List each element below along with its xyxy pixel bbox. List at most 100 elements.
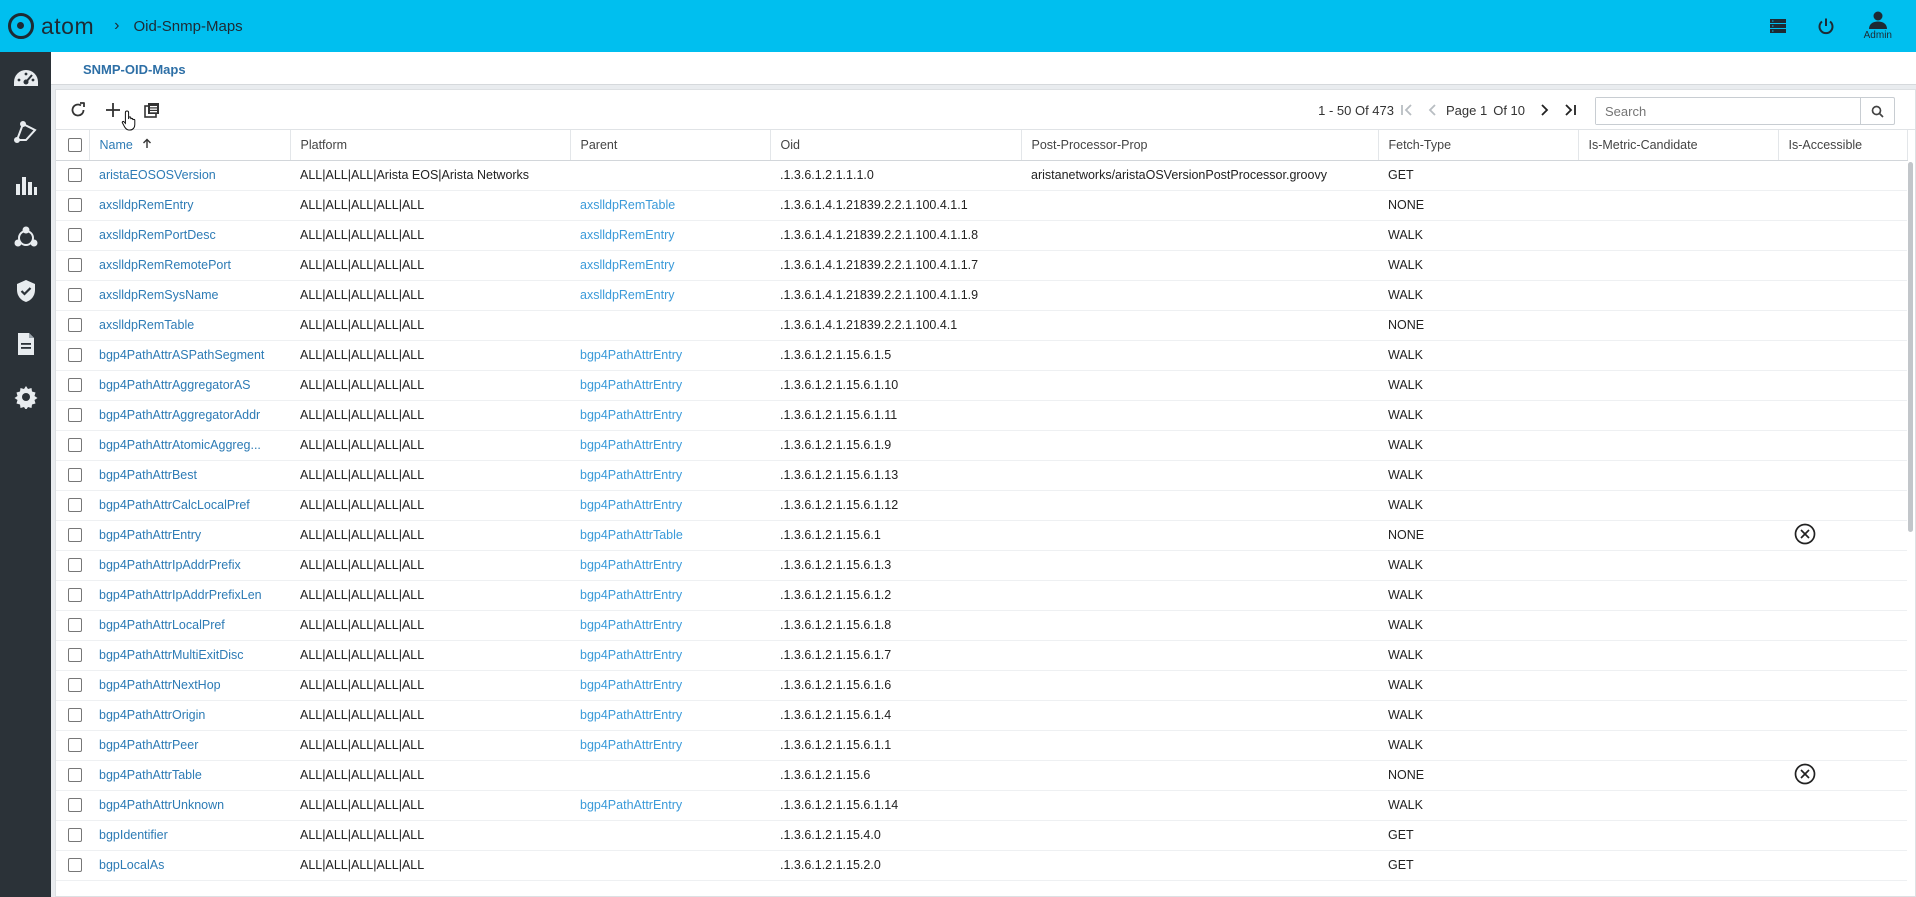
table-row[interactable]: axslldpRemPortDesc ALL|ALL|ALL|ALL|ALL axs… xyxy=(56,220,1907,251)
power-icon[interactable] xyxy=(1816,16,1836,36)
network-icon[interactable] xyxy=(13,225,39,250)
cell-name[interactable]: bgp4PathAttrCalcLocalPref xyxy=(89,490,290,521)
analytics-icon[interactable] xyxy=(13,172,39,197)
table-row[interactable]: bgp4PathAttrOrigin ALL|ALL|ALL|ALL|ALL bgp… xyxy=(56,700,1907,731)
column-header-platform[interactable]: Platform xyxy=(290,130,571,161)
row-checkbox[interactable] xyxy=(56,850,89,881)
row-checkbox[interactable] xyxy=(56,550,89,581)
row-checkbox[interactable] xyxy=(56,460,89,491)
table-row[interactable]: aristaEOSOSVersion ALL|ALL|ALL|Arista EOS… xyxy=(56,160,1907,191)
cell-name[interactable]: bgp4PathAttrEntry xyxy=(89,520,290,551)
row-checkbox[interactable] xyxy=(56,340,89,371)
row-checkbox[interactable] xyxy=(56,400,89,431)
cell-name[interactable]: bgpIdentifier xyxy=(89,820,290,851)
cell-parent[interactable]: axslldpRemTable xyxy=(570,190,770,221)
cell-name[interactable]: bgp4PathAttrMultiExitDisc xyxy=(89,640,290,671)
cell-parent[interactable]: axslldpRemEntry xyxy=(570,220,770,251)
server-list-icon[interactable] xyxy=(1768,16,1788,36)
table-row[interactable]: bgp4PathAttrIpAddrPrefix ALL|ALL|ALL|ALL|… xyxy=(56,550,1907,581)
table-row[interactable]: bgp4PathAttrPeer ALL|ALL|ALL|ALL|ALL bgp4P… xyxy=(56,730,1907,761)
first-page-icon[interactable] xyxy=(1398,101,1416,119)
row-checkbox[interactable] xyxy=(56,280,89,311)
search-input[interactable] xyxy=(1596,98,1860,124)
cell-name[interactable]: axslldpRemSysName xyxy=(89,280,290,311)
user-menu[interactable]: Admin xyxy=(1864,11,1892,41)
cell-name[interactable]: bgpLocalAs xyxy=(89,850,290,881)
row-checkbox[interactable] xyxy=(56,790,89,821)
row-checkbox[interactable] xyxy=(56,580,89,611)
cell-name[interactable]: bgp4PathAttrAggregatorAS xyxy=(89,370,290,401)
table-row[interactable]: axslldpRemTable ALL|ALL|ALL|ALL|ALL .1.3.6… xyxy=(56,310,1907,341)
cell-parent[interactable] xyxy=(570,310,770,341)
table-row[interactable]: bgp4PathAttrAggregatorAS ALL|ALL|ALL|ALL|… xyxy=(56,370,1907,401)
cell-name[interactable]: axslldpRemPortDesc xyxy=(89,220,290,251)
cell-name[interactable]: axslldpRemRemotePort xyxy=(89,250,290,281)
cell-name[interactable]: bgp4PathAttrLocalPref xyxy=(89,610,290,641)
cell-name[interactable]: bgp4PathAttrUnknown xyxy=(89,790,290,821)
cell-parent[interactable]: bgp4PathAttrEntry xyxy=(570,550,770,581)
table-row[interactable]: bgp4PathAttrAggregatorAddr ALL|ALL|ALL|AL… xyxy=(56,400,1907,431)
row-checkbox[interactable] xyxy=(56,490,89,521)
search-button[interactable] xyxy=(1860,98,1894,124)
table-row[interactable]: bgp4PathAttrIpAddrPrefixLen ALL|ALL|ALL|A… xyxy=(56,580,1907,611)
table-row[interactable]: axslldpRemRemotePort ALL|ALL|ALL|ALL|ALL a… xyxy=(56,250,1907,281)
cell-parent[interactable]: bgp4PathAttrEntry xyxy=(570,670,770,701)
table-row[interactable]: bgp4PathAttrUnknown ALL|ALL|ALL|ALL|ALL bg… xyxy=(56,790,1907,821)
atom-logo[interactable]: atom xyxy=(8,13,94,40)
page-title[interactable]: SNMP-OID-Maps xyxy=(83,62,186,77)
table-row[interactable]: bgp4PathAttrEntry ALL|ALL|ALL|ALL|ALL bgp4… xyxy=(56,520,1907,551)
cell-parent[interactable]: bgp4PathAttrEntry xyxy=(570,580,770,611)
column-header-fetch-type[interactable]: Fetch-Type xyxy=(1378,130,1579,161)
cell-parent[interactable] xyxy=(570,820,770,851)
cell-parent[interactable]: bgp4PathAttrTable xyxy=(570,520,770,551)
cell-parent[interactable]: bgp4PathAttrEntry xyxy=(570,340,770,371)
column-header-oid[interactable]: Oid xyxy=(770,130,1022,161)
cell-name[interactable]: bgp4PathAttrIpAddrPrefixLen xyxy=(89,580,290,611)
cell-name[interactable]: bgp4PathAttrPeer xyxy=(89,730,290,761)
column-header-post-processor[interactable]: Post-Processor-Prop xyxy=(1021,130,1379,161)
row-checkbox[interactable] xyxy=(56,670,89,701)
table-row[interactable]: bgp4PathAttrNextHop ALL|ALL|ALL|ALL|ALL bg… xyxy=(56,670,1907,701)
cell-parent[interactable] xyxy=(570,160,770,191)
row-checkbox[interactable] xyxy=(56,190,89,221)
cell-parent[interactable]: bgp4PathAttrEntry xyxy=(570,460,770,491)
cell-parent[interactable]: axslldpRemEntry xyxy=(570,250,770,281)
table-row[interactable]: bgpIdentifier ALL|ALL|ALL|ALL|ALL .1.3.6.1… xyxy=(56,820,1907,851)
row-checkbox[interactable] xyxy=(56,250,89,281)
cell-name[interactable]: bgp4PathAttrTable xyxy=(89,760,290,791)
table-row[interactable]: bgp4PathAttrASPathSegment ALL|ALL|ALL|ALL… xyxy=(56,340,1907,371)
cell-parent[interactable]: bgp4PathAttrEntry xyxy=(570,490,770,521)
row-checkbox[interactable] xyxy=(56,220,89,251)
row-checkbox[interactable] xyxy=(56,820,89,851)
row-checkbox[interactable] xyxy=(56,520,89,551)
cell-parent[interactable]: bgp4PathAttrEntry xyxy=(570,640,770,671)
security-icon[interactable] xyxy=(13,278,39,303)
select-all-checkbox[interactable] xyxy=(56,130,90,161)
table-row[interactable]: axslldpRemEntry ALL|ALL|ALL|ALL|ALL axslld… xyxy=(56,190,1907,221)
dashboard-icon[interactable] xyxy=(13,66,39,91)
column-header-parent[interactable]: Parent xyxy=(570,130,771,161)
cell-parent[interactable] xyxy=(570,850,770,881)
row-checkbox[interactable] xyxy=(56,700,89,731)
row-checkbox[interactable] xyxy=(56,730,89,761)
prev-page-icon[interactable] xyxy=(1424,101,1442,119)
table-row[interactable]: bgp4PathAttrLocalPref ALL|ALL|ALL|ALL|ALL… xyxy=(56,610,1907,641)
table-row[interactable]: bgp4PathAttrTable ALL|ALL|ALL|ALL|ALL .1.3… xyxy=(56,760,1907,791)
column-header-metric-candidate[interactable]: Is-Metric-Candidate xyxy=(1578,130,1779,161)
settings-icon[interactable] xyxy=(13,384,39,409)
bulk-edit-button[interactable] xyxy=(141,99,163,121)
cell-name[interactable]: bgp4PathAttrAtomicAggreg... xyxy=(89,430,290,461)
vertical-scrollbar[interactable] xyxy=(1908,162,1913,532)
cell-name[interactable]: aristaEOSOSVersion xyxy=(89,160,290,191)
cell-parent[interactable]: bgp4PathAttrEntry xyxy=(570,730,770,761)
cell-name[interactable]: bgp4PathAttrOrigin xyxy=(89,700,290,731)
row-checkbox[interactable] xyxy=(56,610,89,641)
table-row[interactable]: bgp4PathAttrCalcLocalPref ALL|ALL|ALL|ALL… xyxy=(56,490,1907,521)
cell-name[interactable]: bgp4PathAttrBest xyxy=(89,460,290,491)
cell-parent[interactable] xyxy=(570,760,770,791)
row-checkbox[interactable] xyxy=(56,160,89,191)
cell-parent[interactable]: axslldpRemEntry xyxy=(570,280,770,311)
cell-name[interactable]: axslldpRemTable xyxy=(89,310,290,341)
column-header-accessible[interactable]: Is-Accessible xyxy=(1778,130,1908,161)
table-row[interactable]: bgpLocalAs ALL|ALL|ALL|ALL|ALL .1.3.6.1.2.… xyxy=(56,850,1907,881)
